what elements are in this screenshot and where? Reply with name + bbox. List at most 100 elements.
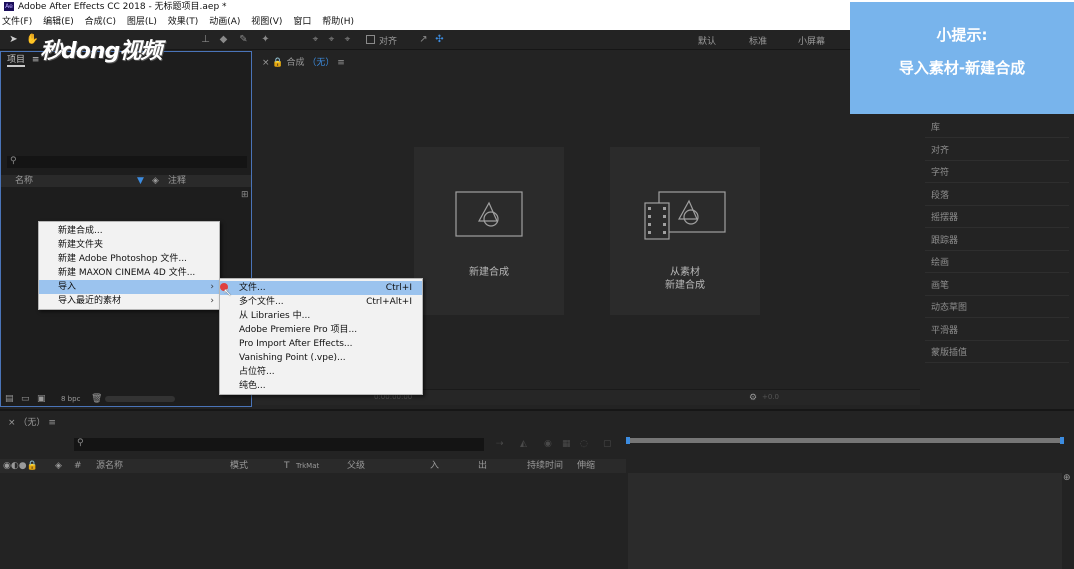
panel-item-wiggler[interactable]: 摇摆器 <box>925 208 1069 228</box>
panel-menu-icon[interactable]: ≡ <box>337 58 345 68</box>
comp-mini-flowchart-icon[interactable]: ⇢ <box>496 439 504 449</box>
column-stretch[interactable]: 伸缩 <box>577 459 595 473</box>
menu-item-import-recent[interactable]: 导入最近的素材 › <box>39 294 219 308</box>
draft-3d-icon[interactable]: ◭ <box>520 439 527 449</box>
bpc-label[interactable]: 8 bpc <box>61 395 80 403</box>
work-area-end-handle[interactable] <box>1060 437 1064 444</box>
column-t[interactable]: T <box>284 459 290 473</box>
menu-item-from-libraries[interactable]: 从 Libraries 中... <box>220 309 422 323</box>
menu-item-label: 多个文件... <box>239 297 284 307</box>
menu-help[interactable]: 帮助(H) <box>322 17 354 27</box>
menu-animation[interactable]: 动画(A) <box>209 17 240 27</box>
menu-file[interactable]: 文件(F) <box>2 17 32 27</box>
frame-blending-icon[interactable]: ▦ <box>562 439 571 449</box>
panel-item-character[interactable]: 字符 <box>925 163 1069 183</box>
panel-item-tracker[interactable]: 跟踪器 <box>925 231 1069 251</box>
column-out[interactable]: 出 <box>478 459 487 473</box>
work-area-bar[interactable] <box>626 437 1064 444</box>
project-tab-label: 项目 <box>7 55 26 67</box>
column-trkmat[interactable]: TrkMat <box>296 459 319 473</box>
column-mode[interactable]: 模式 <box>230 459 248 473</box>
shy-icon[interactable]: ◉ <box>544 439 552 449</box>
column-comment[interactable]: 注释 <box>168 175 186 187</box>
selection-tool-icon[interactable]: ➤ <box>8 34 19 45</box>
column-name[interactable]: 名称 <box>15 175 33 187</box>
import-submenu: 文件... Ctrl+I 多个文件... Ctrl+Alt+I 从 Librarie… <box>219 278 423 395</box>
menu-item-placeholder[interactable]: 占位符... <box>220 365 422 379</box>
puppet-tool-icon[interactable]: ✦ <box>260 34 271 45</box>
composition-tab[interactable]: × 🔒 合成 （无） ≡ <box>262 55 345 68</box>
timeline-tab[interactable]: × （无） ≡ <box>8 415 56 428</box>
menu-item-premiere-project[interactable]: Adobe Premiere Pro 项目... <box>220 323 422 337</box>
close-icon[interactable]: × <box>262 58 270 68</box>
stamp-tool-icon[interactable]: ⊥ <box>200 34 211 45</box>
lock-icon[interactable]: 🔒 <box>272 58 283 68</box>
sort-down-icon[interactable]: ▼ <box>137 175 144 187</box>
menu-composition[interactable]: 合成(C) <box>85 17 116 27</box>
snap-feather-icon[interactable]: ✣ <box>434 34 445 45</box>
new-comp-icon <box>455 191 523 237</box>
menu-item-label: Adobe Premiere Pro 项目... <box>239 325 358 335</box>
timeline-nav-icon[interactable]: ⊕ <box>1063 473 1071 483</box>
workspace-default[interactable]: 默认 <box>698 34 716 47</box>
hand-tool-icon[interactable]: ✋ <box>26 34 38 45</box>
panel-item-mask-interpolation[interactable]: 蒙版插值 <box>925 343 1069 363</box>
column-duration[interactable]: 持续时间 <box>527 459 563 473</box>
menu-item-import-multiple[interactable]: 多个文件... Ctrl+Alt+I <box>220 295 422 309</box>
project-search-input[interactable]: ⚲ <box>7 156 247 168</box>
av-features-icon[interactable]: ◉◐●🔒 <box>3 459 38 473</box>
menu-item-import-file[interactable]: 文件... Ctrl+I <box>220 281 422 295</box>
new-comp-icon[interactable]: ▣ <box>37 394 46 404</box>
workspace-standard[interactable]: 标准 <box>749 34 767 47</box>
timeline-column-headers: ◉◐●🔒 ◈ # 源名称 模式 T TrkMat 父级 入 出 持续时间 伸缩 <box>0 459 626 473</box>
timeline-track-area[interactable] <box>628 473 1062 569</box>
panel-item-align[interactable]: 对齐 <box>925 141 1069 161</box>
interpret-footage-icon[interactable]: ▤ <box>5 394 14 404</box>
graph-editor-icon[interactable]: ▢ <box>603 439 612 449</box>
panel-item-smoother[interactable]: 平滑器 <box>925 321 1069 341</box>
panel-menu-icon[interactable]: ≡ <box>48 418 56 428</box>
panel-item-motion-sketch[interactable]: 动态草图 <box>925 298 1069 318</box>
new-composition-card[interactable]: 新建合成 <box>414 147 564 315</box>
new-folder-icon[interactable]: ▭ <box>21 394 30 404</box>
view-axis-icon[interactable]: ⌖ <box>342 34 353 45</box>
menu-item-new-composition[interactable]: 新建合成... <box>39 224 219 238</box>
snap-options-icon[interactable]: ↗ <box>418 34 429 45</box>
exposure-value[interactable]: +0.0 <box>762 393 779 401</box>
timeline-search-input[interactable]: ⚲ <box>74 438 484 451</box>
flowchart-icon[interactable]: ⊞ <box>241 190 249 200</box>
exposure-icon[interactable]: ⚙ <box>749 393 757 403</box>
local-axis-icon[interactable]: ⌖ <box>310 34 321 45</box>
delete-icon[interactable]: 🗑 <box>91 394 102 404</box>
menu-window[interactable]: 窗口 <box>293 17 311 27</box>
menu-view[interactable]: 视图(V) <box>251 17 282 27</box>
column-in[interactable]: 入 <box>430 459 439 473</box>
menu-item-new-cinema4d-file[interactable]: 新建 MAXON CINEMA 4D 文件... <box>39 266 219 280</box>
eraser-tool-icon[interactable]: ◆ <box>218 34 229 45</box>
menu-item-solid[interactable]: 纯色... <box>220 379 422 393</box>
workspace-small-screen[interactable]: 小屏幕 <box>798 34 825 47</box>
menu-item-pro-import[interactable]: Pro Import After Effects... <box>220 337 422 351</box>
column-parent[interactable]: 父级 <box>347 459 365 473</box>
menu-item-import[interactable]: 导入 › <box>39 280 219 294</box>
menu-item-new-folder[interactable]: 新建文件夹 <box>39 238 219 252</box>
panel-menu-icon[interactable]: ≡ <box>32 55 40 65</box>
menu-layer[interactable]: 图层(L) <box>127 17 157 27</box>
column-source-name[interactable]: 源名称 <box>96 459 123 473</box>
panel-item-paragraph[interactable]: 段落 <box>925 186 1069 206</box>
motion-blur-icon[interactable]: ◌ <box>580 439 588 449</box>
roto-brush-icon[interactable]: ✎ <box>238 34 249 45</box>
menu-edit[interactable]: 编辑(E) <box>43 17 74 27</box>
panel-item-library[interactable]: 库 <box>925 118 1069 138</box>
world-axis-icon[interactable]: ⌖ <box>326 34 337 45</box>
snap-checkbox[interactable] <box>366 35 375 44</box>
project-scrollbar[interactable] <box>105 396 175 402</box>
panel-item-brushes[interactable]: 画笔 <box>925 276 1069 296</box>
menu-item-vanishing-point[interactable]: Vanishing Point (.vpe)... <box>220 351 422 365</box>
work-area-start-handle[interactable] <box>626 437 630 444</box>
new-comp-from-footage-card[interactable]: 从素材 新建合成 <box>610 147 760 315</box>
close-icon[interactable]: × <box>8 418 16 428</box>
panel-item-paint[interactable]: 绘画 <box>925 253 1069 273</box>
menu-item-new-photoshop-file[interactable]: 新建 Adobe Photoshop 文件... <box>39 252 219 266</box>
menu-effect[interactable]: 效果(T) <box>168 17 199 27</box>
